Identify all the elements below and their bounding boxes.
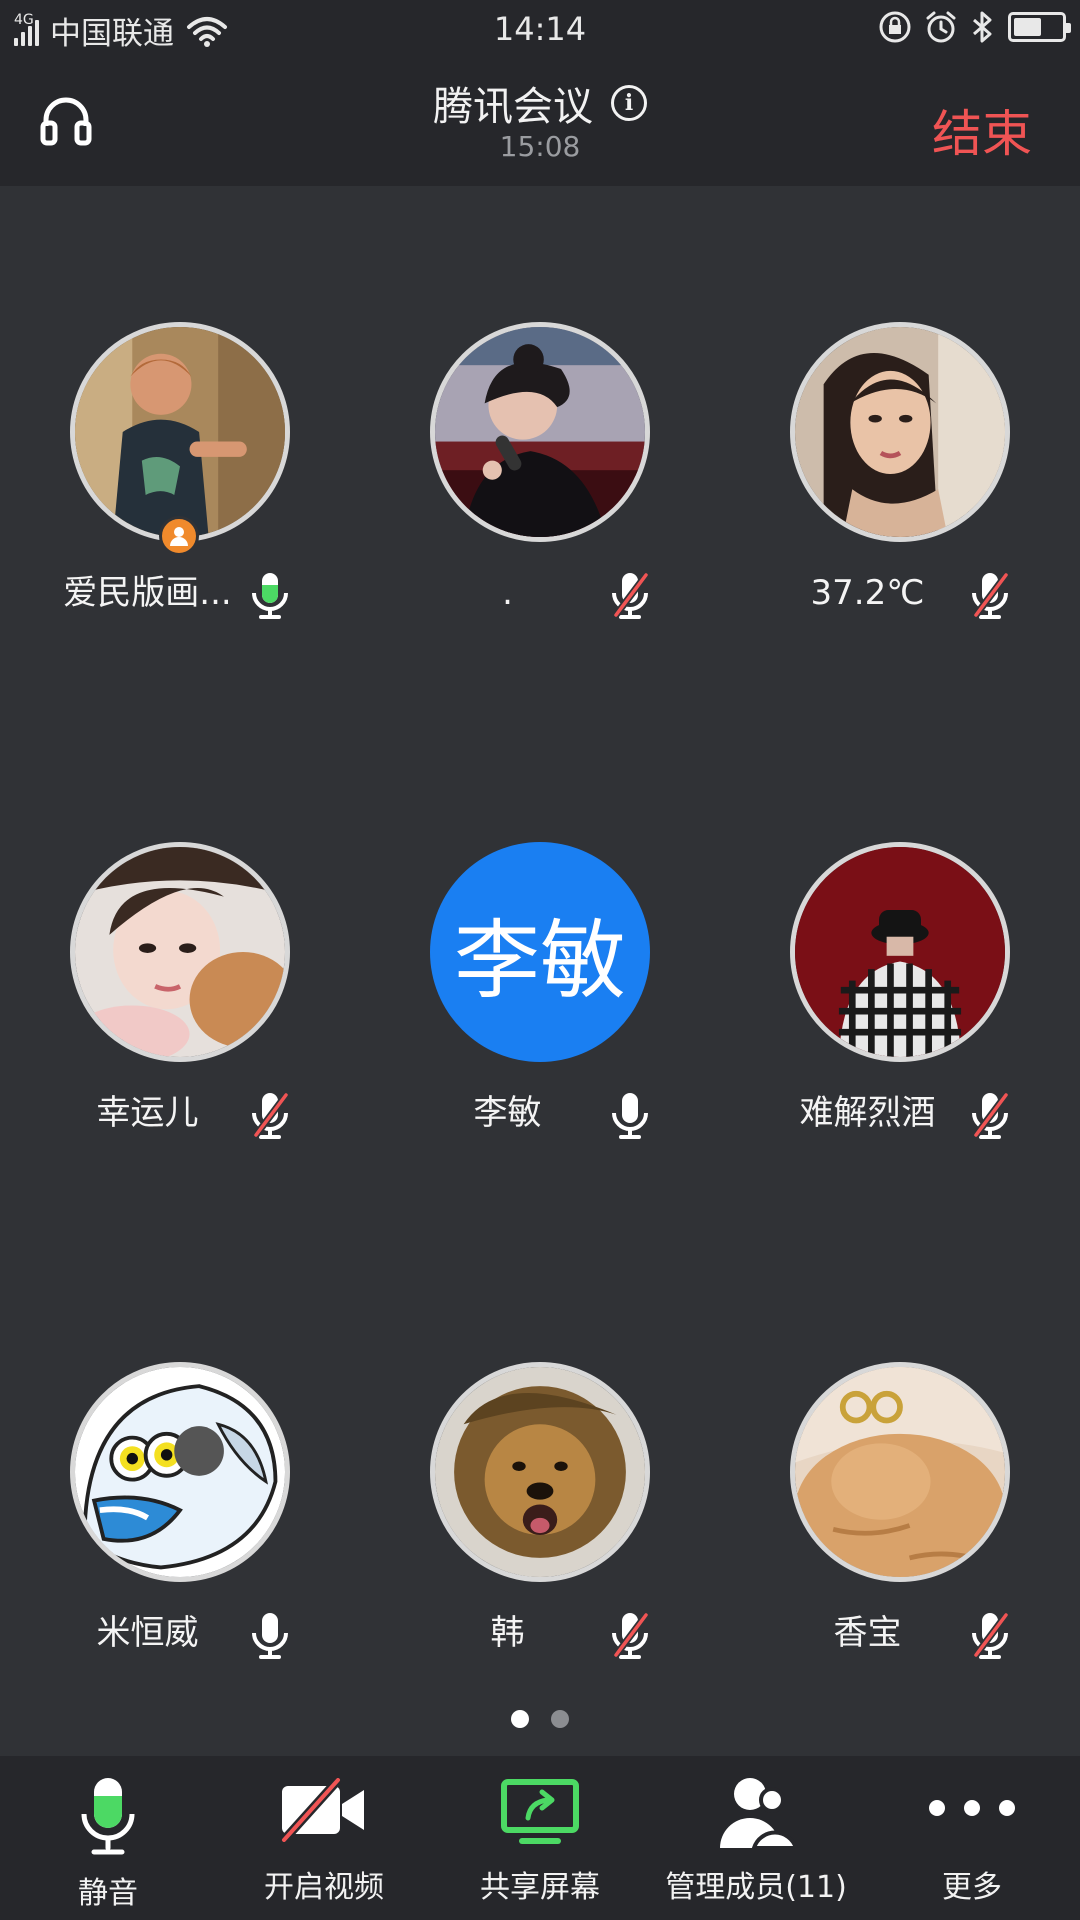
avatar[interactable] xyxy=(790,322,1010,542)
mic-muted-icon xyxy=(608,1611,652,1659)
host-badge-icon xyxy=(159,516,199,556)
participant-tile[interactable]: . xyxy=(360,322,720,642)
participant-name: 37.2℃ xyxy=(810,573,925,613)
mute-button[interactable]: 静音 xyxy=(0,1756,216,1920)
avatar[interactable] xyxy=(790,1362,1010,1582)
participant-tile[interactable]: 米恒威 xyxy=(0,1362,360,1682)
mic-on-icon xyxy=(608,1091,652,1139)
info-icon[interactable]: i xyxy=(611,85,647,121)
avatar[interactable] xyxy=(790,842,1010,1062)
participant-name-row: 李敏 xyxy=(360,1087,720,1139)
more-dots-icon xyxy=(929,1800,1015,1816)
end-meeting-button[interactable]: 结束 xyxy=(932,94,1032,166)
participant-tile[interactable]: 香宝 xyxy=(720,1362,1080,1682)
start-video-label: 开启视频 xyxy=(264,1870,384,1905)
participant-name-row: 香宝 xyxy=(720,1607,1080,1659)
microphone-icon xyxy=(81,1778,135,1855)
participant-name-row: 韩 xyxy=(360,1607,720,1659)
participant-name: 难解烈酒 xyxy=(799,1093,936,1133)
share-screen-button[interactable]: 共享屏幕 xyxy=(432,1756,648,1920)
more-button[interactable]: 更多 xyxy=(864,1756,1080,1920)
participant-tile[interactable]: 幸运儿 xyxy=(0,842,360,1162)
status-right xyxy=(866,10,1071,44)
avatar[interactable] xyxy=(430,322,650,542)
meeting-toolbar: 静音 开启视频 共享屏幕 管理成员(11) 更多 xyxy=(0,1756,1080,1920)
participant-name: 李敏 xyxy=(473,1093,542,1133)
battery-level xyxy=(1014,18,1042,36)
meeting-title-text: 腾讯会议 xyxy=(433,84,593,130)
participant-name-row: 难解烈酒 xyxy=(720,1087,1080,1139)
avatar[interactable] xyxy=(430,1362,650,1582)
page-dot-2[interactable] xyxy=(551,1710,569,1728)
participant-name-row: 37.2℃ xyxy=(720,567,1080,619)
start-video-button[interactable]: 开启视频 xyxy=(216,1756,432,1920)
participant-name: 米恒威 xyxy=(96,1613,199,1653)
bluetooth-icon xyxy=(973,11,992,43)
share-screen-icon xyxy=(501,1779,579,1844)
mic-muted-icon xyxy=(968,1091,1012,1139)
participant-tile[interactable]: 爱民版画... xyxy=(0,322,360,642)
meeting-header: 腾讯会议 i 15:08 结束 xyxy=(0,58,1080,186)
manage-members-button[interactable]: 管理成员(11) xyxy=(648,1756,864,1920)
mic-muted-icon xyxy=(248,1091,292,1139)
avatar[interactable] xyxy=(70,842,290,1062)
participant-name: 韩 xyxy=(490,1613,525,1653)
mic-on-icon xyxy=(248,1611,292,1659)
video-off-icon xyxy=(280,1778,364,1842)
manage-members-label: 管理成员(11) xyxy=(665,1870,847,1905)
share-screen-label: 共享屏幕 xyxy=(480,1870,600,1905)
rotation-lock-icon xyxy=(879,11,911,43)
participant-name-row: . xyxy=(360,567,720,619)
participant-name: . xyxy=(502,573,513,613)
members-icon xyxy=(720,1778,798,1850)
participant-tile[interactable]: 李敏 李敏 xyxy=(360,842,720,1162)
mic-muted-icon xyxy=(968,571,1012,619)
meeting-title: 腾讯会议 i xyxy=(0,74,1080,132)
participant-tile[interactable]: 韩 xyxy=(360,1362,720,1682)
mic-on-icon xyxy=(248,571,292,619)
participant-name: 爱民版画... xyxy=(63,573,232,613)
page-dot-1[interactable] xyxy=(511,1710,529,1728)
more-label: 更多 xyxy=(942,1870,1002,1905)
avatar[interactable] xyxy=(70,322,290,542)
battery-icon xyxy=(1008,12,1071,42)
status-bar: 4G 中国联通 14:14 xyxy=(0,0,1080,58)
participant-name: 香宝 xyxy=(833,1613,902,1653)
mute-label: 静音 xyxy=(78,1876,138,1911)
participant-tile[interactable]: 难解烈酒 xyxy=(720,842,1080,1162)
avatar[interactable] xyxy=(70,1362,290,1582)
mic-muted-icon xyxy=(608,571,652,619)
participant-tile[interactable]: 37.2℃ xyxy=(720,322,1080,642)
participant-name-row: 爱民版画... xyxy=(0,567,360,619)
participant-name: 幸运儿 xyxy=(96,1093,199,1133)
mic-muted-icon xyxy=(968,1611,1012,1659)
avatar[interactable]: 李敏 xyxy=(430,842,650,1062)
page-indicator[interactable] xyxy=(0,1710,1080,1728)
meeting-duration: 15:08 xyxy=(499,130,581,163)
participant-name-row: 幸运儿 xyxy=(0,1087,360,1139)
alarm-icon xyxy=(926,11,956,43)
participant-name-row: 米恒威 xyxy=(0,1607,360,1659)
